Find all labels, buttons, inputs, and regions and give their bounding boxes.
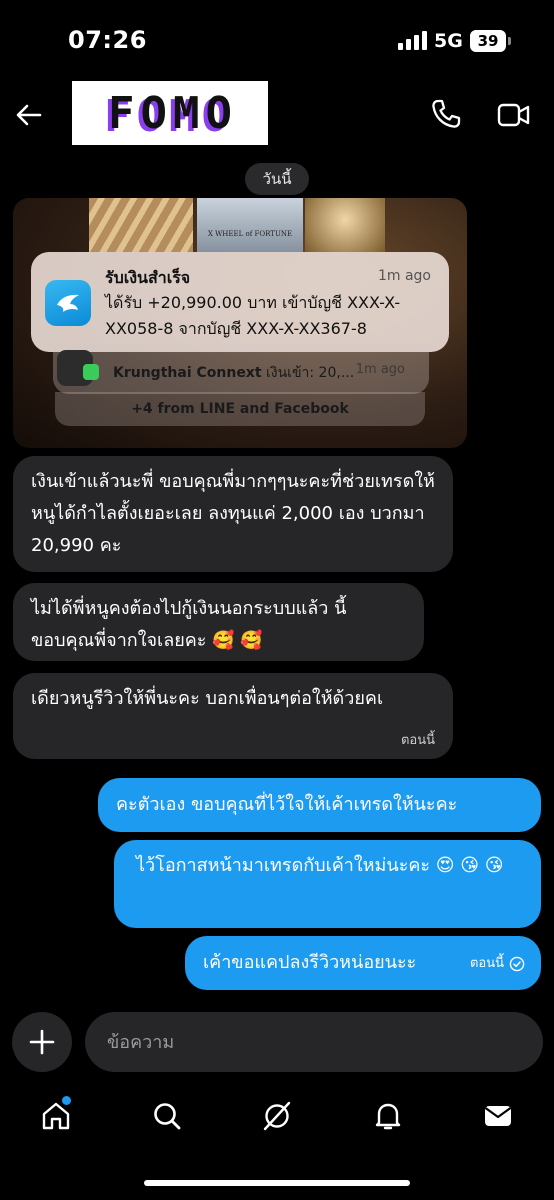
bottom-nav [0,1088,554,1148]
message-bubble-incoming[interactable]: เงินเข้าแล้วนะพี่ ขอบคุณพี่มากๆๆนะคะที่ช… [13,456,453,572]
video-call-icon[interactable] [497,100,531,130]
image-tile [305,198,385,252]
message-bubble-outgoing[interactable]: คะตัวเอง ขอบคุณที่ไว้ใจให้เค้าเทรดให้นะค… [98,778,541,832]
message-text: ไม่ได้พี่หนูคงต้องไปกู้เงินนอกระบบแล้ว น… [31,598,347,651]
message-timestamp: ตอนนี้ [400,733,435,748]
date-separator: วันนี้ [245,163,309,195]
phone-call-icon[interactable] [430,98,462,130]
stacked-notification-preview: เงินเข้า: 20,... [265,365,355,381]
message-text: ไว้โอกาสหน้ามาเทรดกับเค้าใหม่นะคะ 😍 😘 😘 [136,855,504,876]
message-bubble-incoming[interactable]: เดียวหนูรีวิวให้พี่นะคะ บอกเพื่อนๆต่อให้… [13,673,453,759]
image-attachment[interactable]: X WHEEL of FORTUNE รับเงินสำเร็จ 1m ago … [13,198,467,448]
bank-notification-card: รับเงินสำเร็จ 1m ago ได้รับ +20,990.00 บ… [31,252,449,352]
back-arrow-icon[interactable] [12,98,46,132]
stacked-notification: Krungthai Connext เงินเข้า: 20,... 1m ag… [53,344,429,394]
add-attachment-button[interactable] [12,1012,72,1072]
nav-home[interactable] [31,1088,81,1144]
line-app-icon [83,364,99,380]
bird-logo-icon [57,294,79,312]
status-time: 07:26 [68,26,147,54]
message-text: คะตัวเอง ขอบคุณที่ไว้ใจให้เค้าเทรดให้นะค… [116,794,458,815]
message-bubble-outgoing[interactable]: เค้าขอแคปลงรีวิวหน่อยนะะ ตอนนี้ [185,936,541,990]
network-type: 5G [434,30,463,52]
logo-letter: O [140,87,168,139]
message-bubble-outgoing[interactable]: ไว้โอกาสหน้ามาเทรดกับเค้าใหม่นะคะ 😍 😘 😘 [114,840,541,928]
notification-time: 1m ago [377,268,431,284]
read-check-icon [509,956,525,972]
battery-tip [508,37,511,45]
plus-icon [29,1029,55,1055]
image-tile: X WHEEL of FORTUNE [197,198,303,252]
logo-letter: F [108,87,135,139]
notification-body: ได้รับ +20,990.00 บาท เข้าบัญชี XXX-X-XX… [105,293,401,338]
logo-letter: O [205,87,233,139]
message-input[interactable] [85,1012,543,1072]
signal-icon [398,31,427,50]
nav-explore[interactable] [252,1088,302,1144]
stacked-notification-app: Krungthai Connext [113,365,262,381]
stacked-notification-text: Krungthai Connext เงินเข้า: 20,... [113,362,354,384]
chat-header: F O M O [0,80,554,160]
nav-notifications[interactable] [363,1088,413,1144]
battery-icon: 39 [470,30,506,52]
message-timestamp: ตอนนี้ [469,956,504,971]
messages-icon [484,1106,512,1126]
home-indicator [144,1180,410,1186]
tile-caption: X WHEEL of FORTUNE [207,230,293,238]
status-bar: 07:26 5G 39 [0,0,554,80]
stacked-notification-time: 1m ago [355,362,405,377]
contact-avatar-logo[interactable]: F O M O [72,81,268,145]
message-status: ตอนนี้ [470,956,525,972]
nav-search[interactable] [142,1088,192,1144]
search-icon [154,1103,181,1130]
notifications-icon [375,1103,401,1130]
message-text: เงินเข้าแล้วนะพี่ ขอบคุณพี่มากๆๆนะคะที่ช… [31,471,435,556]
logo-letter: M [173,87,200,139]
nav-messages[interactable] [473,1088,523,1144]
explore-icon [263,1101,291,1131]
message-bubble-incoming[interactable]: ไม่ได้พี่หนูคงต้องไปกู้เงินนอกระบบแล้ว น… [13,583,424,661]
notification-title: รับเงินสำเร็จ [105,268,191,287]
more-notifications: +4 from LINE and Facebook [55,392,425,426]
message-text: เค้าขอแคปลงรีวิวหน่อยนะะ [203,952,417,973]
message-text: เดียวหนูรีวิวให้พี่นะคะ บอกเพื่อนๆต่อให้… [31,688,384,709]
bank-app-icon [45,280,91,326]
image-tile [89,198,193,252]
home-notification-dot [62,1096,71,1105]
